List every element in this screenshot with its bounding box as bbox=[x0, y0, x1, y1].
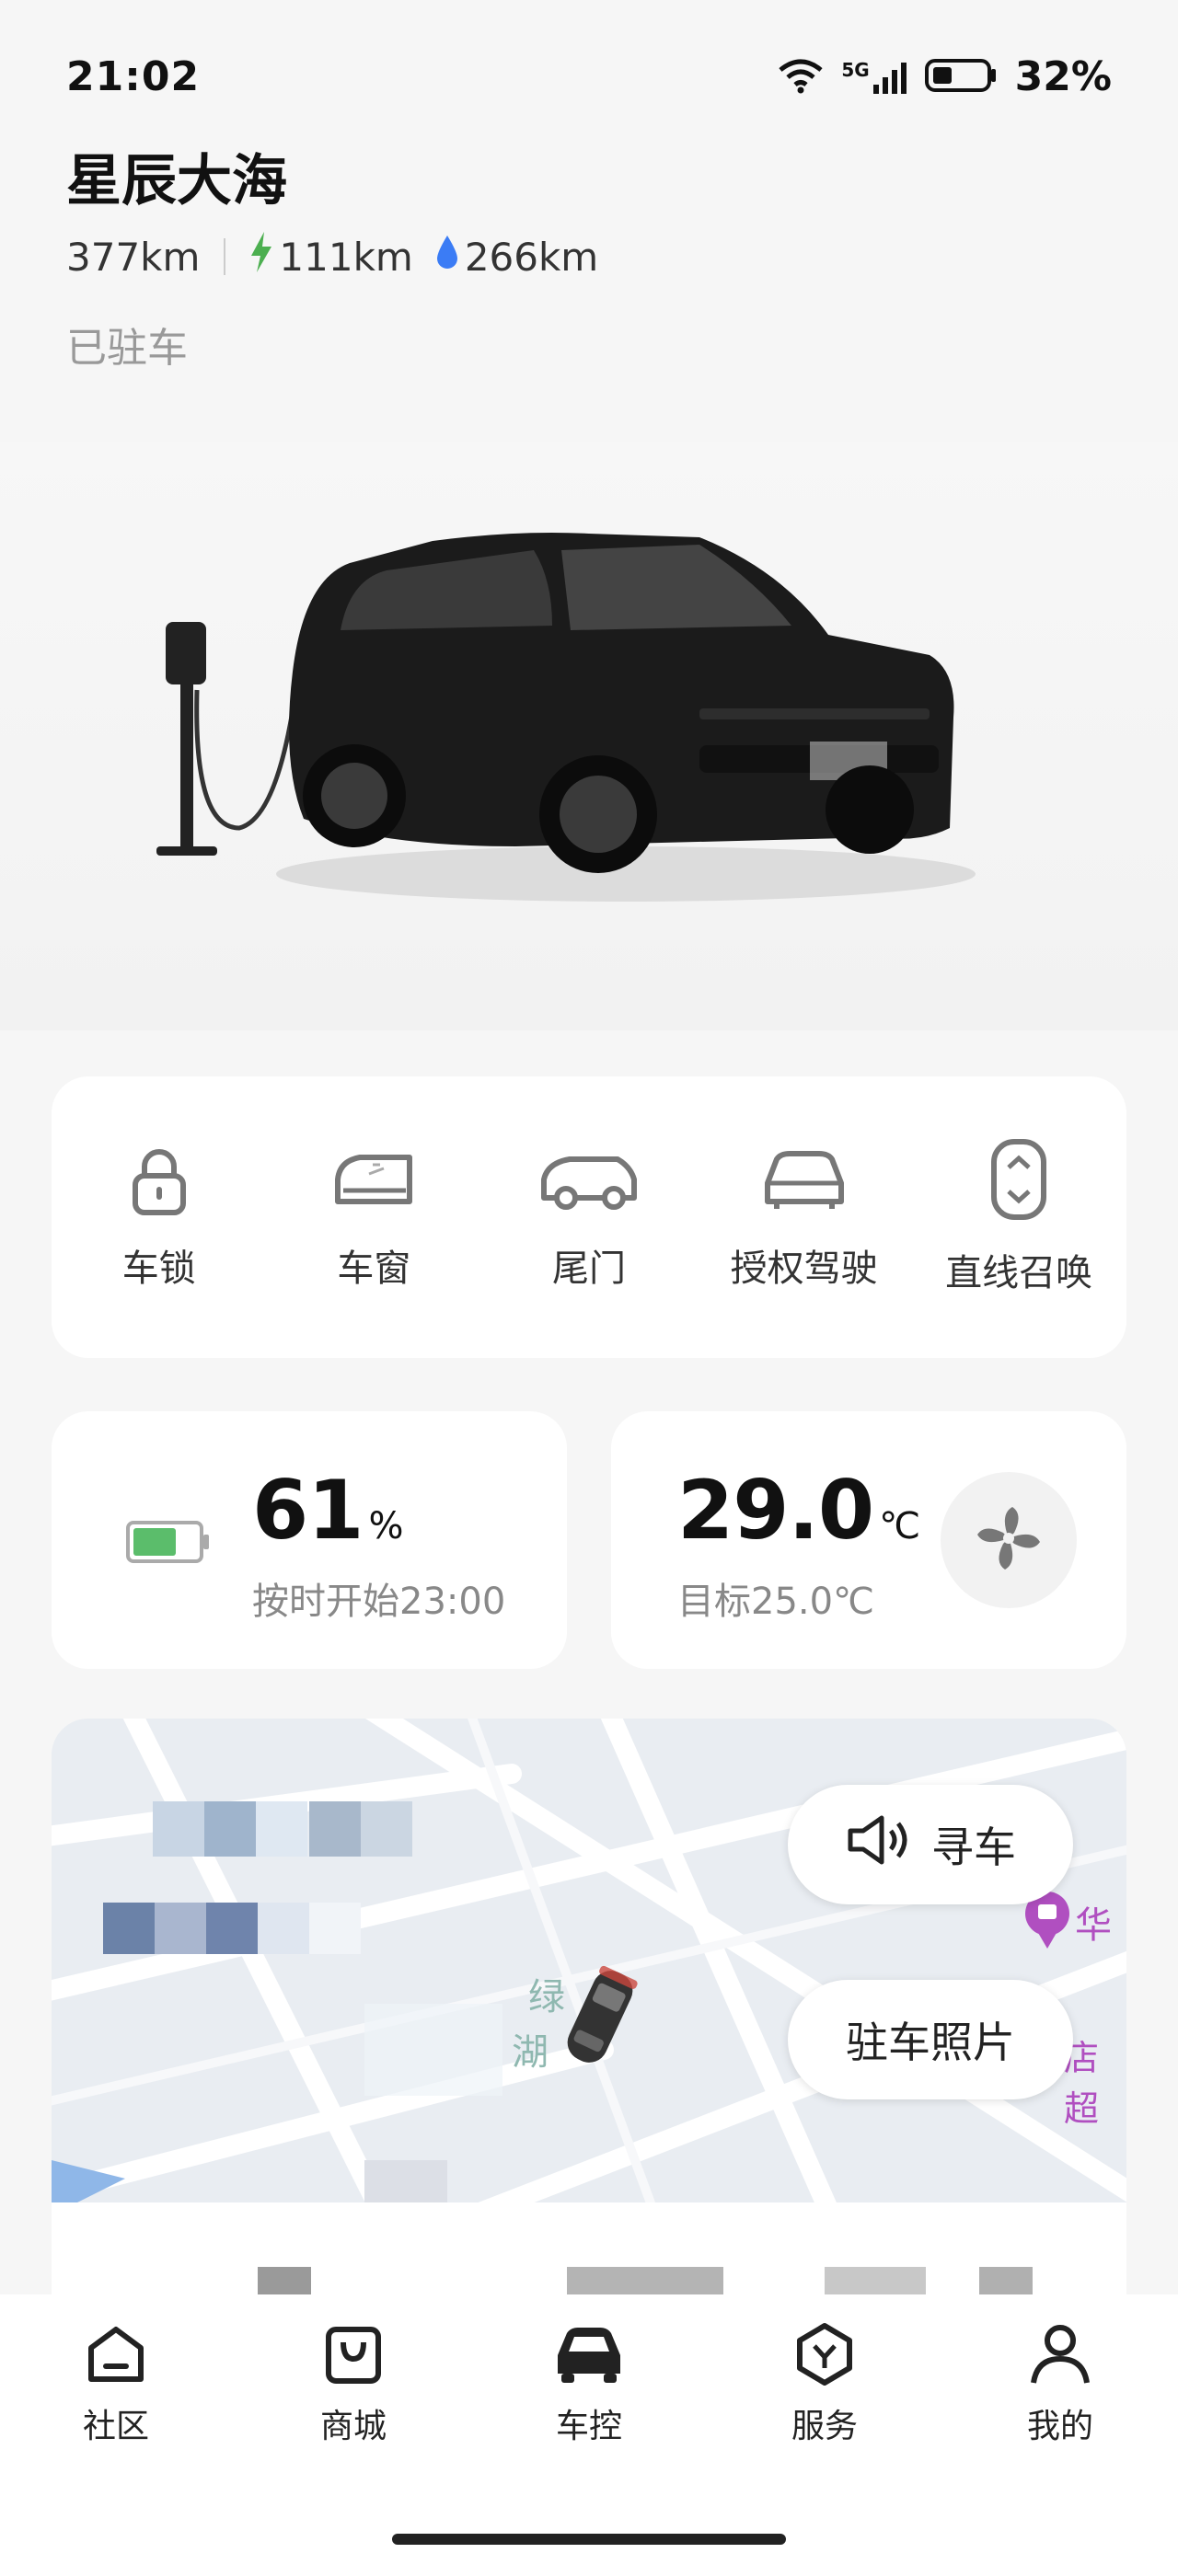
car-control-icon bbox=[552, 2322, 626, 2390]
status-icons: 5G 32% bbox=[777, 53, 1112, 100]
speaker-icon bbox=[845, 1814, 915, 1876]
window-icon bbox=[332, 1143, 415, 1220]
divider bbox=[224, 238, 226, 275]
home-indicator[interactable] bbox=[392, 2534, 786, 2545]
cabin-temperature: 29.0 bbox=[677, 1463, 874, 1558]
control-label: 授权驾驶 bbox=[730, 1248, 878, 1290]
nav-shop[interactable]: 商城 bbox=[289, 2322, 418, 2447]
fan-icon bbox=[972, 1501, 1045, 1579]
fuel-drop-icon bbox=[435, 235, 459, 280]
map-street-label-2: 湖 bbox=[512, 2031, 549, 2074]
nav-label: 我的 bbox=[1026, 2408, 1093, 2445]
shop-icon bbox=[321, 2322, 386, 2390]
map-poi-label-2: 店超 bbox=[1064, 2038, 1100, 2129]
vehicle-illustration bbox=[156, 533, 976, 902]
control-label: 尾门 bbox=[551, 1248, 626, 1290]
tailgate-icon bbox=[538, 1143, 640, 1220]
control-label: 直线召唤 bbox=[945, 1252, 1093, 1294]
nav-service[interactable]: 服务 bbox=[760, 2322, 889, 2447]
nav-label: 车控 bbox=[555, 2408, 622, 2445]
electric-range: 111km bbox=[279, 234, 413, 280]
nav-community[interactable]: 社区 bbox=[52, 2322, 180, 2447]
control-window[interactable]: 车窗 bbox=[277, 1143, 470, 1292]
nav-label: 服务 bbox=[791, 2408, 858, 2445]
status-time: 21:02 bbox=[66, 53, 201, 100]
authorized-drive-icon bbox=[758, 1143, 850, 1220]
community-icon bbox=[84, 2322, 148, 2390]
control-label: 车锁 bbox=[121, 1248, 196, 1290]
parking-photo-button[interactable]: 驻车照片 bbox=[788, 1980, 1073, 2099]
blurred-content-strip bbox=[52, 2202, 1126, 2318]
signal-icon: 5G bbox=[841, 59, 907, 96]
target-temperature: 目标25.0℃ bbox=[677, 1581, 874, 1623]
nav-car-control[interactable]: 车控 bbox=[525, 2322, 653, 2447]
find-car-label: 寻车 bbox=[931, 1823, 1016, 1872]
map-poi-label: 华 bbox=[1075, 1904, 1112, 1947]
vehicle-name: 星辰大海 bbox=[66, 149, 287, 213]
control-tailgate[interactable]: 尾门 bbox=[492, 1143, 686, 1292]
battery-status-icon bbox=[924, 57, 999, 98]
range-row: 377km 111km 266km bbox=[66, 232, 598, 282]
control-authorized-drive[interactable]: 授权驾驶 bbox=[708, 1143, 901, 1292]
lightning-icon bbox=[249, 232, 273, 282]
battery-level-icon bbox=[125, 1520, 210, 1568]
climate-card[interactable]: 29.0 ℃ 目标25.0℃ bbox=[611, 1411, 1126, 1669]
nav-profile[interactable]: 我的 bbox=[996, 2322, 1125, 2447]
vehicle-hero[interactable] bbox=[0, 442, 1178, 1030]
control-summon[interactable]: 直线召唤 bbox=[922, 1138, 1115, 1296]
parking-state: 已驻车 bbox=[66, 325, 188, 372]
find-car-button[interactable]: 寻车 bbox=[788, 1785, 1073, 1904]
wifi-icon bbox=[777, 57, 825, 98]
network-type: 5G bbox=[841, 58, 870, 81]
map-street-label: 绿 bbox=[528, 1976, 565, 2018]
battery-unit: % bbox=[368, 1505, 404, 1547]
temperature-unit: ℃ bbox=[879, 1505, 921, 1547]
nav-label: 商城 bbox=[319, 2408, 387, 2445]
control-lock[interactable]: 车锁 bbox=[63, 1143, 256, 1292]
nav-label: 社区 bbox=[82, 2408, 149, 2445]
charge-schedule: 按时开始23:00 bbox=[252, 1581, 506, 1623]
total-range: 377km bbox=[66, 234, 201, 280]
status-bar: 21:02 5G 32% bbox=[0, 0, 1178, 129]
quick-controls-card: 车锁 车窗 尾门 授权驾驶 直线召唤 bbox=[52, 1076, 1126, 1358]
profile-icon bbox=[1028, 2322, 1092, 2390]
battery-percent: 32% bbox=[1014, 53, 1112, 100]
fan-button[interactable] bbox=[941, 1472, 1077, 1608]
control-label: 车窗 bbox=[337, 1248, 411, 1290]
parking-photo-label: 驻车照片 bbox=[846, 2018, 1015, 2067]
summon-icon bbox=[987, 1138, 1051, 1225]
charging-card[interactable]: 61 % 按时开始23:00 bbox=[52, 1411, 567, 1669]
lock-icon bbox=[122, 1143, 196, 1220]
fuel-range: 266km bbox=[464, 234, 599, 280]
battery-soc: 61 bbox=[252, 1463, 364, 1558]
service-icon bbox=[792, 2322, 857, 2390]
